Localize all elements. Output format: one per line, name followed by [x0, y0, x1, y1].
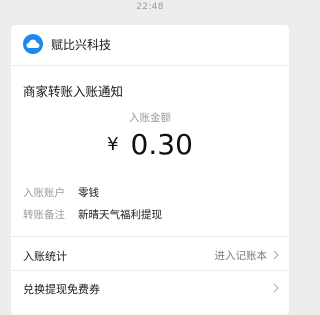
- stats-label: 入账统计: [23, 250, 67, 263]
- app-name: 赋比兴科技: [51, 38, 112, 52]
- account-value: 零钱: [78, 187, 99, 199]
- status-time: 22:48: [136, 2, 164, 12]
- currency-symbol: ¥: [107, 134, 119, 155]
- card-header[interactable]: 赋比兴科技: [11, 25, 289, 66]
- notification-card: 赋比兴科技 商家转账入账通知 入账金额 ¥0.30 入账账户 零钱 转账备注 新…: [11, 25, 289, 315]
- open-ledger-link[interactable]: 进入记账本: [215, 248, 268, 263]
- app-avatar: [23, 34, 43, 54]
- remark-label: 转账备注: [23, 209, 65, 221]
- divider: [11, 270, 289, 271]
- coupon-row[interactable]: 兑换提现免费券: [11, 275, 289, 303]
- chevron-right-icon: [273, 283, 279, 293]
- remark-value: 新晴天气福利提现: [78, 209, 162, 221]
- account-label: 入账账户: [23, 187, 65, 199]
- amount-display: ¥0.30: [11, 128, 289, 161]
- stats-row[interactable]: 入账统计 进入记账本: [11, 242, 289, 270]
- amount-label: 入账金额: [129, 112, 171, 124]
- coupon-label: 兑换提现免费券: [23, 283, 100, 296]
- cloud-icon: [26, 39, 40, 48]
- amount-value: 0.30: [130, 128, 193, 161]
- divider: [11, 236, 289, 237]
- notice-title: 商家转账入账通知: [23, 84, 124, 99]
- chevron-right-icon: [273, 250, 279, 260]
